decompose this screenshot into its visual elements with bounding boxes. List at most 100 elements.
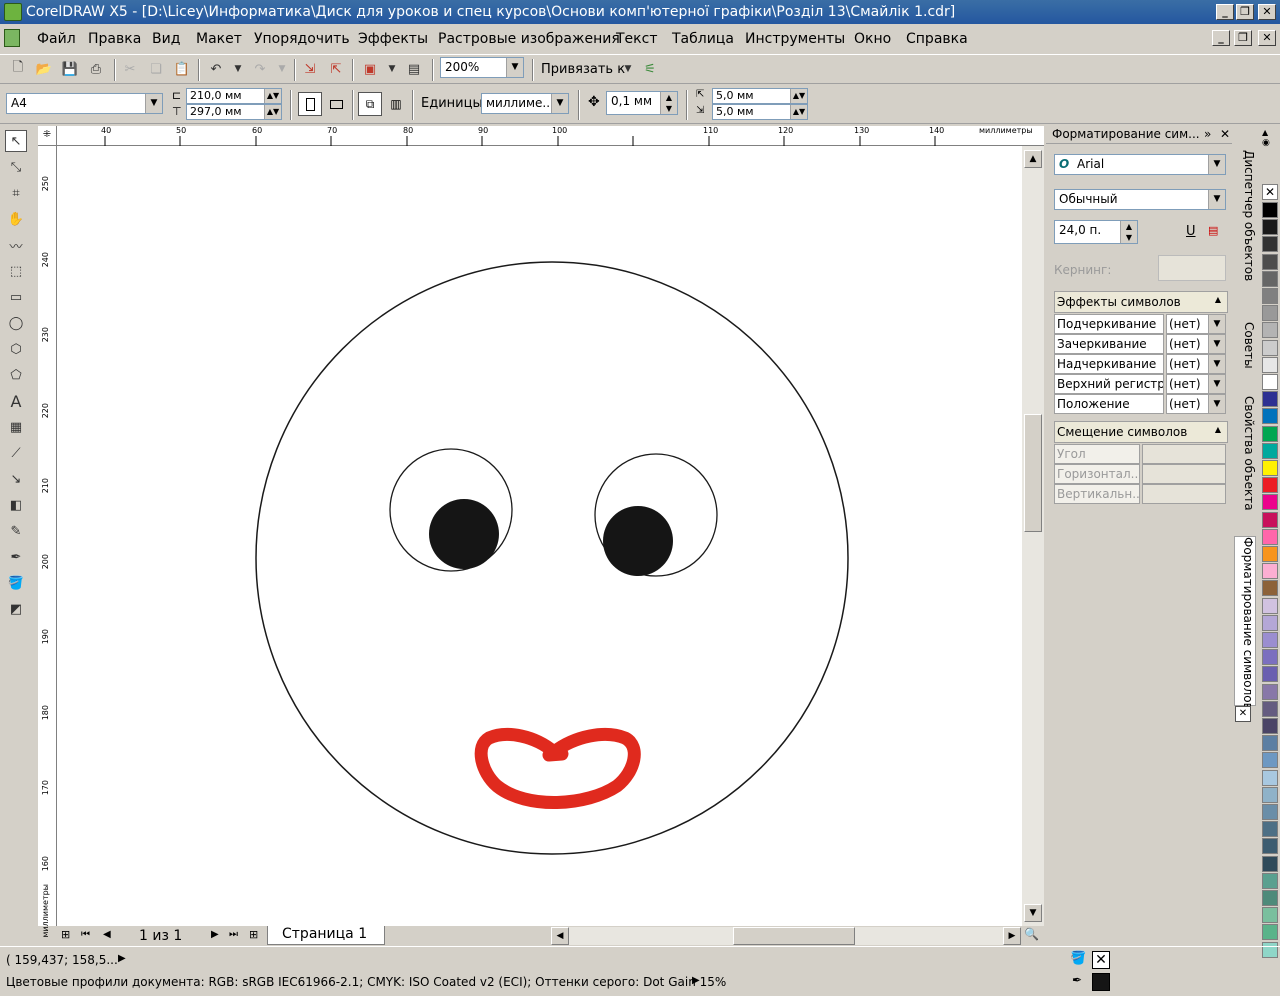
import-icon[interactable]: ⇲ [300,59,320,79]
menu-arrange[interactable]: Упорядочить [254,31,350,47]
palette-swatch[interactable] [1262,735,1278,752]
palette-swatch[interactable] [1262,563,1278,580]
add-page-after-icon[interactable]: ⊞ [249,928,258,941]
no-color-swatch[interactable]: ✕ [1262,184,1278,200]
dup-y-spin-icon[interactable]: ▲▼ [790,105,807,119]
drawing-canvas[interactable] [57,146,1022,926]
palette-swatch[interactable] [1262,460,1278,476]
palette-swatch[interactable] [1262,666,1278,683]
close-button[interactable]: ✕ [1258,4,1276,20]
palette-swatch[interactable] [1262,580,1278,597]
palette-swatch[interactable] [1262,511,1278,528]
dimension-tool-icon[interactable]: ⟋ [5,442,27,464]
welcome-screen-icon[interactable]: ▤ [404,59,424,79]
palette-swatch[interactable] [1262,528,1278,545]
page-height-spin-icon[interactable]: ▲▼ [264,105,281,119]
cut-icon[interactable]: ✂ [120,59,140,79]
rectangle-tool-icon[interactable]: ▭ [5,286,27,308]
menu-text[interactable]: Текст [616,31,657,47]
effect-combo[interactable]: (нет) ▼ [1166,374,1226,394]
menu-layout[interactable]: Макет [196,31,242,47]
palette-swatch[interactable] [1262,907,1278,924]
pan-tool-icon[interactable]: ✋ [5,208,27,230]
palette-swatch[interactable] [1262,477,1278,494]
fill-tool-icon[interactable]: 🪣 [5,572,27,594]
h-scroll-right-button[interactable]: ▶ [1003,927,1021,945]
palette-swatch[interactable] [1262,769,1278,786]
landscape-button[interactable] [324,92,348,116]
dup-x-field[interactable]: 5,0 мм ▲▼ [712,88,808,104]
doc-close-button[interactable]: ✕ [1258,30,1276,46]
redo-dropdown-icon[interactable]: ▼ [272,59,292,79]
face-circle[interactable] [255,261,849,855]
underline-icon[interactable]: U [1186,224,1196,239]
coords-expand-icon[interactable]: ▶ [118,953,126,964]
outline-color-swatch[interactable] [1092,973,1110,991]
menu-effects[interactable]: Эффекты [358,31,428,47]
h-scroll-left-button[interactable]: ◀ [551,927,569,945]
menu-table[interactable]: Таблица [672,31,734,47]
palette-swatch[interactable] [1262,236,1278,253]
palette-swatch[interactable] [1262,219,1278,236]
scroll-thumb[interactable] [1024,414,1042,532]
palette-swatch[interactable] [1262,202,1278,218]
docker-close-icon[interactable]: ✕ [1220,127,1230,141]
new-icon[interactable]: 🗋 [8,59,28,79]
prev-page-icon[interactable]: ◀ [103,929,111,940]
palette-swatch[interactable] [1262,821,1278,838]
last-page-icon[interactable]: ⏭ [229,929,238,940]
vertical-scrollbar[interactable]: ▲ ▼ [1022,146,1044,926]
palette-swatch[interactable] [1262,838,1278,855]
fill-indicator-icon[interactable]: 🪣 [1070,951,1086,966]
interactive-fill-icon[interactable]: ◩ [5,598,27,620]
effect-combo[interactable]: (нет) ▼ [1166,334,1226,354]
tab-hints[interactable]: Советы [1234,322,1256,372]
palette-swatch[interactable] [1262,494,1278,511]
palette-swatch[interactable] [1262,804,1278,820]
page-width-field[interactable]: 210,0 мм ▲▼ [186,88,282,104]
effect-combo[interactable]: (нет) ▼ [1166,314,1226,334]
paste-icon[interactable]: 📋 [172,59,192,79]
font-dropdown-icon[interactable]: ▼ [1208,155,1225,174]
effect-combo[interactable]: (нет) ▼ [1166,354,1226,374]
units-combo[interactable]: миллиме... ▼ [481,93,569,114]
palette-swatch[interactable] [1262,339,1278,356]
palette-swatch[interactable] [1262,632,1278,648]
zoom-combo[interactable]: 200% ▼ [440,57,524,78]
print-icon[interactable]: ⎙ [86,59,106,79]
palette-swatch[interactable] [1262,322,1278,339]
nudge-spin-icon[interactable]: ▲ ▼ [660,92,677,114]
docker-expand-icon[interactable]: » [1204,127,1211,141]
blend-tool-icon[interactable]: ◧ [5,494,27,516]
scroll-up-button[interactable]: ▲ [1024,150,1042,168]
tab-object-properties[interactable]: Свойства объекта [1234,396,1256,511]
palette-swatch[interactable] [1262,425,1278,442]
palette-swatch[interactable] [1262,391,1278,408]
font-style-dropdown-icon[interactable]: ▼ [1208,190,1225,209]
application-launcher-icon[interactable]: ▣ [360,59,380,79]
table-tool-icon[interactable]: ▦ [5,416,27,438]
palette-swatch[interactable] [1262,597,1278,614]
horizontal-ruler[interactable]: 40 50 60 70 80 90 100 110 120 130 140 15… [57,126,1044,146]
palette-swatch[interactable] [1262,855,1278,872]
font-size-field[interactable]: 24,0 п. ▲ ▼ [1054,220,1138,244]
tab-character-formatting[interactable]: Форматирование символов [1234,536,1256,710]
palette-swatch[interactable] [1262,305,1278,322]
zoom-navigator-icon[interactable]: 🔍 [1024,927,1039,941]
palette-swatch[interactable] [1262,700,1278,717]
side-close-icon[interactable]: ✕ [1235,706,1251,722]
units-dropdown-icon[interactable]: ▼ [551,94,568,113]
text-tool-icon[interactable]: A [5,390,27,412]
snap-options-icon[interactable]: ⚟ [640,59,660,79]
left-pupil[interactable] [429,499,499,569]
portrait-button[interactable] [298,92,322,116]
next-page-icon[interactable]: ▶ [211,929,219,940]
menu-view[interactable]: Вид [152,31,180,47]
export-icon[interactable]: ⇱ [326,59,346,79]
outline-tool-icon[interactable]: ✒ [5,546,27,568]
palette-swatch[interactable] [1262,683,1278,700]
palette-swatch[interactable] [1262,356,1278,373]
dup-x-spin-icon[interactable]: ▲▼ [790,89,807,103]
effects-section-header[interactable]: Эффекты символов ▲ [1054,291,1228,313]
h-scroll-thumb[interactable] [733,927,855,945]
